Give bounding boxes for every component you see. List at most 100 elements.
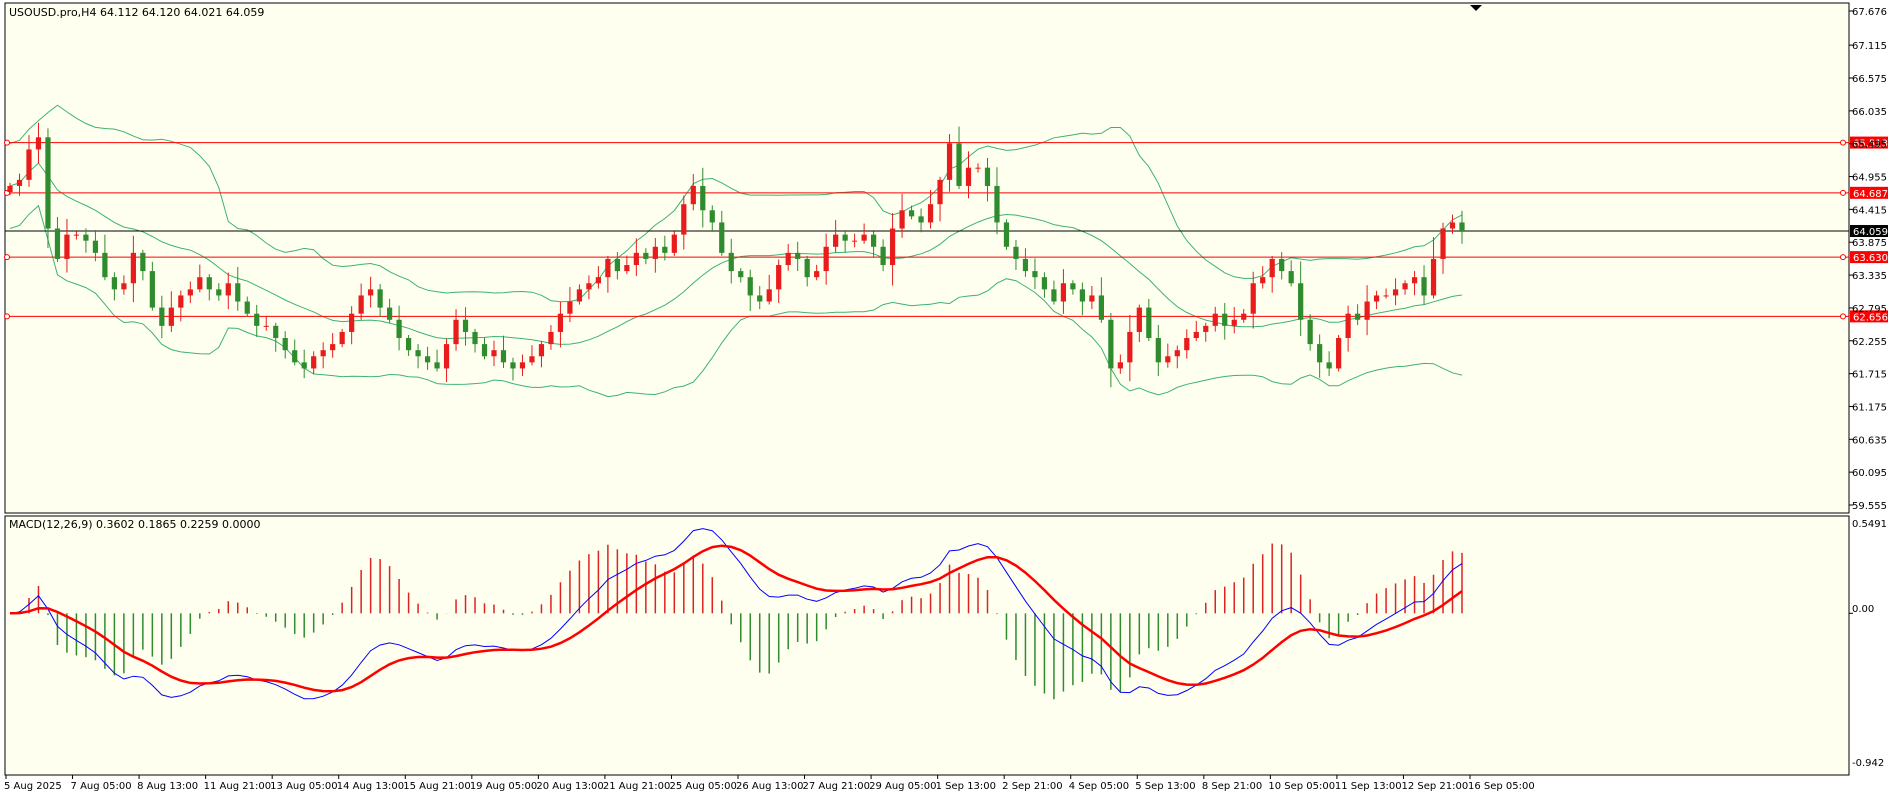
candle-body [1127, 331, 1133, 363]
time-tick-label: 25 Aug 05:00 [669, 781, 736, 792]
candle-body [225, 283, 231, 296]
candle-body [614, 258, 620, 272]
candle-body [624, 265, 630, 272]
candle-body [273, 325, 279, 339]
candle-body [1260, 277, 1266, 284]
macd-panel[interactable] [4, 515, 1850, 776]
candle-body [254, 313, 260, 326]
candle-body [1022, 258, 1029, 272]
candle-body [216, 289, 222, 296]
time-tick-label: 27 Aug 21:00 [803, 781, 870, 792]
level-anchor[interactable] [4, 254, 10, 261]
level-anchor[interactable] [4, 313, 10, 320]
candle-body [1241, 313, 1247, 320]
candle-body [1013, 246, 1019, 259]
candle-body [965, 167, 972, 186]
price-tick-label: 63.875 [1852, 238, 1887, 249]
candle-body [1203, 325, 1209, 332]
price-tick-label: 64.955 [1852, 173, 1887, 184]
candle-body [852, 240, 858, 242]
candle-body [349, 313, 355, 332]
candle-body [1402, 283, 1408, 290]
main-price-panel[interactable] [4, 2, 1850, 514]
candle-body [1279, 258, 1285, 272]
candle-body [1174, 350, 1180, 357]
candle-body [1421, 277, 1427, 296]
level-anchor[interactable] [4, 139, 10, 146]
candle-body [244, 301, 250, 314]
time-tick-label: 14 Aug 13:00 [337, 781, 404, 792]
candle-body [1079, 289, 1086, 302]
candle-body [719, 222, 725, 253]
candle-body [405, 338, 412, 351]
candle-body [956, 143, 962, 186]
candle-body [462, 319, 469, 332]
candle-body [424, 356, 431, 363]
candle-body [368, 289, 374, 296]
time-tick-label: 2 Sep 21:00 [1002, 781, 1062, 792]
candle-body [709, 210, 715, 223]
time-tick-label: 19 Aug 05:00 [470, 781, 537, 792]
current-price-tag-label: 64.059 [1853, 227, 1888, 238]
price-tick-label: 62.795 [1852, 304, 1887, 315]
candle-body [111, 277, 118, 290]
candle-body [1288, 271, 1294, 284]
candle-body [833, 234, 839, 247]
time-tick-label: 20 Aug 13:00 [536, 781, 603, 792]
candle-body [396, 319, 402, 339]
candle-body [282, 338, 288, 351]
price-tick-label: 59.555 [1852, 501, 1887, 512]
candle-body [776, 265, 782, 290]
candle-body [633, 252, 639, 266]
candle-body [757, 295, 763, 302]
level-anchor[interactable] [1840, 189, 1846, 196]
candle-body [1070, 283, 1076, 290]
candle-body [785, 252, 791, 266]
candle-body [842, 234, 848, 241]
candle-body [1212, 313, 1218, 326]
candle-body [937, 179, 943, 205]
macd-axis-min: -0.942 [1852, 758, 1884, 769]
candle-body [301, 362, 307, 369]
candle-body [83, 234, 89, 241]
candle-body [168, 307, 174, 326]
candle-body [1383, 295, 1389, 297]
candle-body [330, 344, 336, 351]
candle-body [121, 283, 127, 290]
candle-body [1298, 283, 1304, 320]
price-tick-label: 61.175 [1852, 402, 1887, 413]
time-tick-label: 16 Sep 05:00 [1468, 781, 1535, 792]
candle-body [386, 307, 393, 320]
candle-body [728, 252, 734, 272]
candle-body [975, 167, 981, 169]
candle-body [443, 344, 450, 369]
candle-body [804, 258, 810, 278]
candle-body [1117, 362, 1123, 369]
candle-body [605, 258, 611, 278]
candle-body [700, 185, 706, 211]
candle-body [1364, 301, 1370, 320]
time-tick-label: 8 Sep 21:00 [1202, 781, 1262, 792]
time-tick-label: 15 Aug 21:00 [403, 781, 470, 792]
candle-body [1041, 277, 1048, 290]
time-tick-label: 29 Aug 05:00 [869, 781, 936, 792]
candle-body [1051, 289, 1057, 302]
price-tick-label: 66.575 [1852, 74, 1887, 85]
candle-body [178, 295, 184, 308]
level-price-tag-label: 63.630 [1853, 253, 1888, 264]
candle-body [1411, 277, 1418, 284]
candle-body [481, 344, 488, 357]
candle-body [681, 204, 687, 235]
candle-body [538, 344, 545, 357]
level-anchor[interactable] [1840, 254, 1846, 261]
time-tick-label: 10 Sep 05:00 [1268, 781, 1335, 792]
candle-body [652, 246, 658, 259]
level-anchor[interactable] [1840, 313, 1846, 320]
level-anchor[interactable] [1840, 139, 1846, 146]
candle-body [510, 362, 516, 369]
candle-body [814, 271, 820, 278]
symbol-ohlc-label: USOUSD.pro,H4 64.112 64.120 64.021 64.05… [9, 6, 264, 19]
candle-body [1184, 338, 1190, 351]
candle-body [339, 331, 345, 345]
candle-body [73, 234, 80, 236]
